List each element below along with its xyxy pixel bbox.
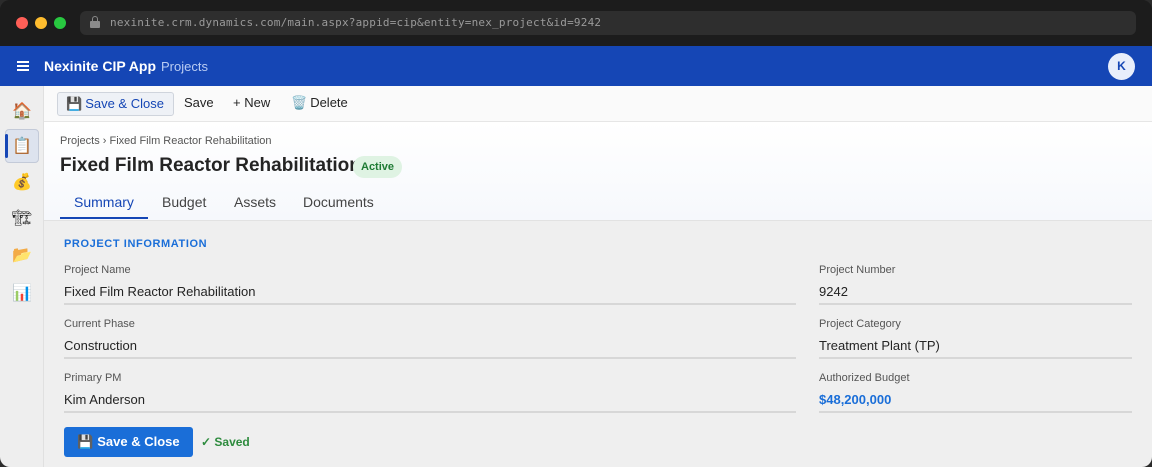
app-area-link[interactable]: Projects (161, 59, 208, 74)
save-close-command-label: Save & Close (85, 96, 164, 111)
save-close-button[interactable]: 💾 Save & Close (64, 427, 193, 457)
browser-chrome: nexinite.crm.dynamics.com/main.aspx?appi… (0, 0, 1152, 46)
new-command-button[interactable]: + New (233, 92, 270, 116)
field-divider (819, 357, 1132, 359)
project-name-field[interactable]: Fixed Film Reactor Rehabilitation (64, 284, 255, 299)
close-window-button[interactable] (16, 17, 28, 29)
browser-window: nexinite.crm.dynamics.com/main.aspx?appi… (0, 0, 1152, 467)
project-category-field[interactable]: Treatment Plant (TP) (819, 338, 940, 353)
save-close-label: Save & Close (97, 434, 180, 449)
record-header: Projects › Fixed Film Reactor Rehabilita… (44, 122, 1152, 220)
floppy-disk-icon: 💾 (77, 434, 94, 449)
project-number-label: Project Number (819, 264, 896, 276)
field-divider (819, 411, 1132, 413)
field-divider (819, 303, 1132, 305)
delete-command-button[interactable]: 🗑️ Delete (291, 92, 348, 116)
delete-command-label: Delete (310, 95, 348, 110)
minimize-window-button[interactable] (35, 17, 47, 29)
breadcrumb[interactable]: Projects › Fixed Film Reactor Rehabilita… (60, 135, 272, 147)
maximize-window-button[interactable] (54, 17, 66, 29)
nav-construction-icon[interactable]: 🏗 (5, 202, 39, 236)
page-title: Fixed Film Reactor Rehabilitation (60, 155, 361, 176)
app-header: Nexinite CIP App Projects K (0, 46, 1152, 86)
section-title: PROJECT INFORMATION (64, 238, 208, 250)
save-command-button[interactable]: Save (184, 92, 214, 116)
project-number-field[interactable]: 9242 (819, 284, 848, 299)
url-text: nexinite.crm.dynamics.com/main.aspx?appi… (110, 16, 602, 29)
project-category-label: Project Category (819, 318, 901, 330)
authorized-budget-link[interactable]: $48,200,000 (819, 392, 891, 407)
user-avatar[interactable]: K (1108, 53, 1135, 80)
saved-status: ✓ Saved (201, 435, 250, 449)
field-divider (64, 357, 796, 359)
nav-documents-icon[interactable]: 📂 (5, 239, 39, 273)
nav-reports-icon[interactable]: 📊 (5, 277, 39, 311)
active-tab-indicator (60, 217, 148, 219)
project-name-label: Project Name (64, 264, 131, 276)
left-nav: 🏠 📋 💰 🏗 📂 📊 (0, 86, 44, 467)
authorized-budget-label: Authorized Budget (819, 372, 910, 384)
lock-icon (90, 16, 100, 29)
address-bar[interactable]: nexinite.crm.dynamics.com/main.aspx?appi… (80, 11, 1136, 35)
status-badge: Active (353, 156, 403, 178)
tab-assets[interactable]: Assets (234, 194, 276, 210)
current-phase-field[interactable]: Construction (64, 338, 137, 353)
nav-budget-icon[interactable]: 💰 (5, 166, 39, 200)
form-body: PROJECT INFORMATION Project Name Fixed F… (44, 220, 1152, 467)
primary-pm-field[interactable]: Kim Anderson (64, 392, 145, 407)
primary-pm-label: Primary PM (64, 372, 122, 384)
hamburger-menu-icon[interactable] (17, 61, 29, 71)
nav-projects-icon[interactable]: 📋 (5, 129, 39, 163)
nav-home-icon[interactable]: 🏠 (5, 95, 39, 129)
tab-documents[interactable]: Documents (303, 194, 374, 210)
floppy-disk-icon: 💾 (66, 96, 83, 111)
tab-budget[interactable]: Budget (162, 194, 206, 210)
current-phase-label: Current Phase (64, 318, 135, 330)
field-divider (64, 303, 796, 305)
tab-summary[interactable]: Summary (74, 194, 134, 210)
save-close-command-button[interactable]: 💾 Save & Close (57, 92, 174, 116)
field-divider (64, 411, 796, 413)
app-title[interactable]: Nexinite CIP App (44, 58, 156, 74)
command-bar: 💾 Save & Close Save + New 🗑️ Delete (44, 86, 1152, 122)
trash-icon: 🗑️ (291, 95, 308, 110)
